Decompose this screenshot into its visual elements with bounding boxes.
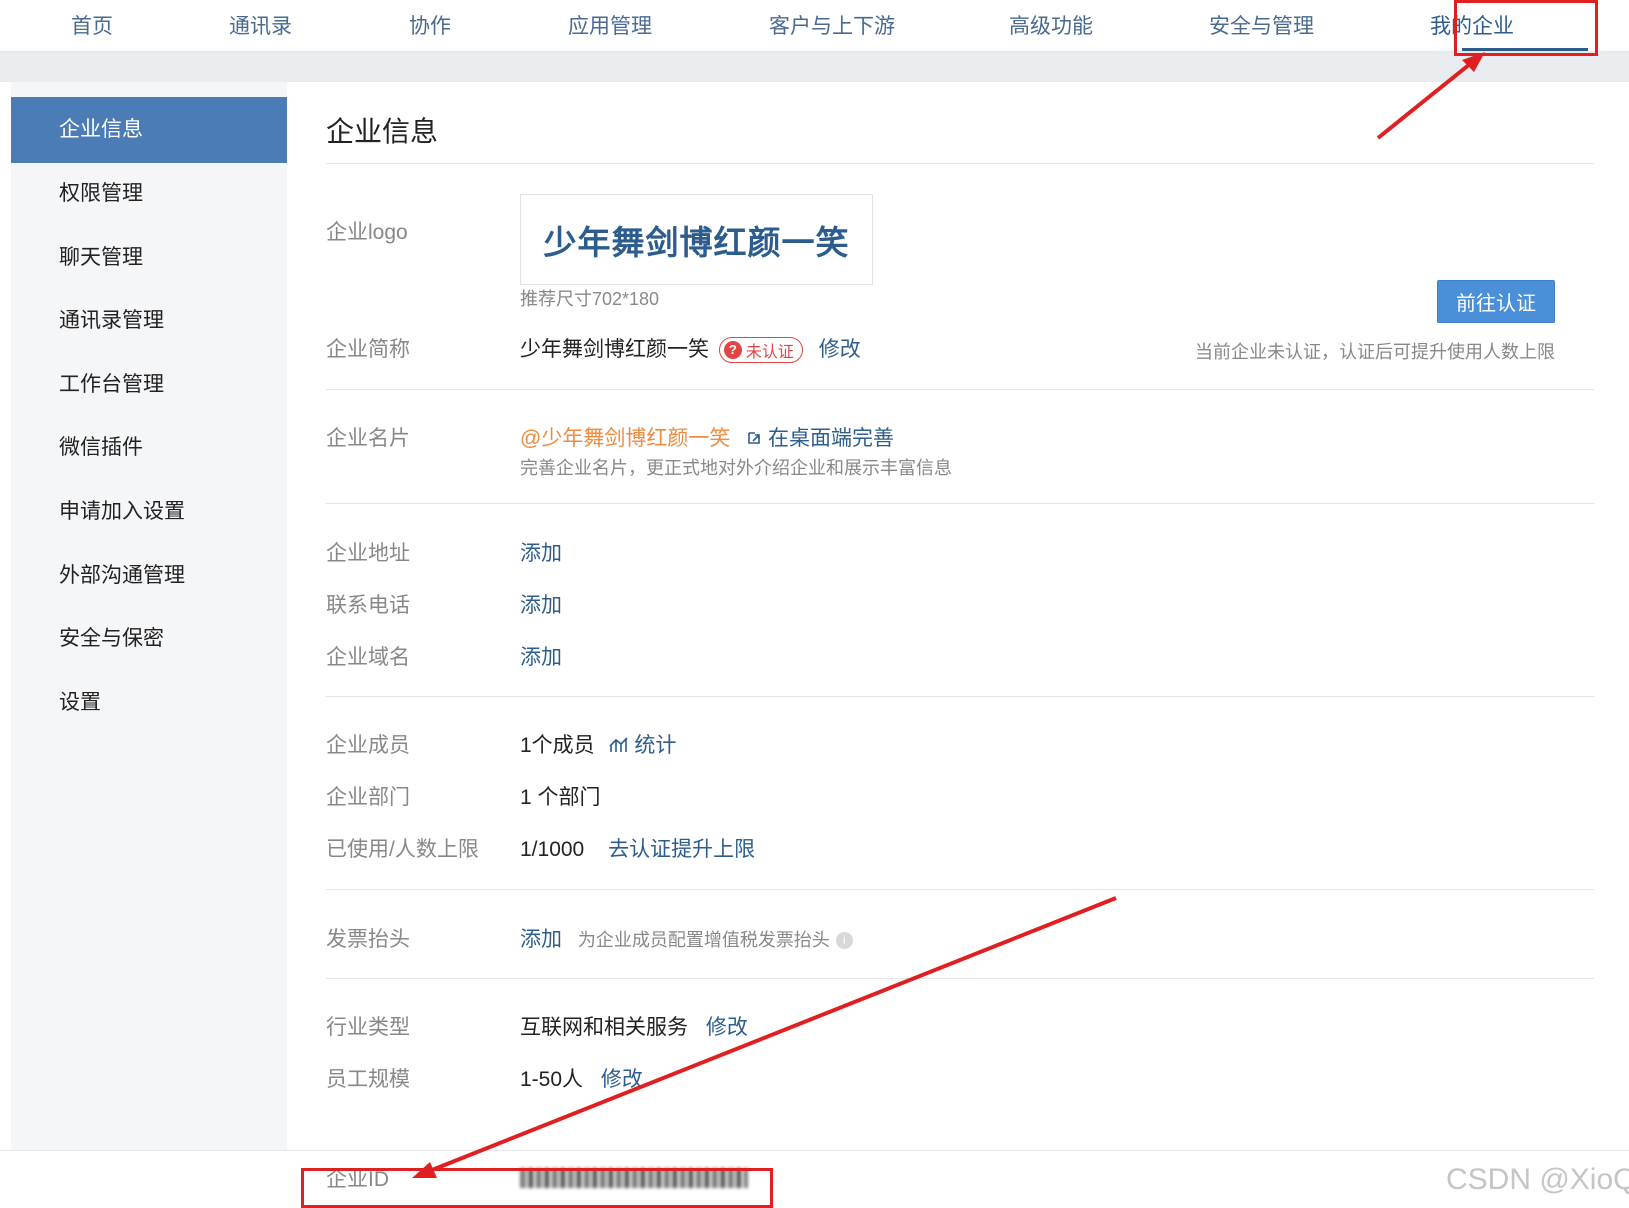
invoice-hint: 为企业成员配置增值税发票抬头 [577, 930, 830, 950]
sidebar-item-chat[interactable]: 聊天管理 [11, 225, 287, 291]
invoice-row: 添加 为企业成员配置增值税发票抬头 i [520, 923, 853, 953]
invoice-label: 发票抬头 [326, 928, 410, 951]
footer-row: 企业ID [0, 1150, 1629, 1208]
tab-app-management[interactable]: 应用管理 [568, 10, 652, 40]
tab-customers[interactable]: 客户与上下游 [769, 10, 895, 40]
members-value: 1个成员 [520, 734, 595, 757]
address-label: 企业地址 [326, 542, 410, 565]
page-title: 企业信息 [326, 116, 439, 147]
header-spacer [0, 52, 1629, 82]
tab-collaboration[interactable]: 协作 [409, 10, 451, 40]
add-address-link[interactable]: 添加 [520, 537, 562, 567]
usage-label: 已使用/人数上限 [326, 838, 479, 861]
divider [326, 978, 1594, 979]
complete-on-desktop-label: 在桌面端完善 [768, 427, 895, 450]
info-icon[interactable]: i [835, 931, 853, 949]
industry-row: 互联网和相关服务 修改 [520, 1011, 748, 1041]
usage-row: 1/1000 去认证提升上限 [520, 833, 755, 863]
usage-value: 1/1000 [520, 838, 585, 861]
sidebar-item-permissions[interactable]: 权限管理 [11, 161, 287, 227]
scale-value: 1-50人 [520, 1068, 584, 1091]
complete-on-desktop-link[interactable]: 在桌面端完善 [746, 427, 894, 450]
external-link-icon [746, 427, 768, 450]
edit-scale-link[interactable]: 修改 [601, 1068, 643, 1091]
industry-label: 行业类型 [326, 1016, 410, 1039]
sidebar-item-wechat-plugin[interactable]: 微信插件 [11, 415, 287, 481]
tab-advanced[interactable]: 高级功能 [1009, 10, 1093, 40]
divider [326, 163, 1594, 164]
stats-label: 统计 [634, 734, 677, 757]
highlight-my-enterprise-box [1454, 0, 1598, 56]
edit-short-name-link[interactable]: 修改 [819, 338, 861, 361]
question-icon: ? [723, 341, 742, 360]
top-navigation: 首页 通讯录 协作 应用管理 客户与上下游 高级功能 安全与管理 我的企业 [0, 0, 1629, 52]
members-label: 企业成员 [326, 734, 410, 757]
sidebar-item-security[interactable]: 安全与保密 [11, 606, 287, 672]
unverified-badge-label: 未认证 [745, 344, 794, 362]
short-name-value: 少年舞剑博红颜一笑 [520, 338, 709, 361]
add-phone-link[interactable]: 添加 [520, 589, 562, 619]
industry-value: 互联网和相关服务 [520, 1016, 688, 1039]
logo-size-hint: 推荐尺寸702*180 [520, 289, 660, 309]
verify-hint: 当前企业未认证，认证后可提升使用人数上限 [1195, 342, 1555, 362]
card-hint: 完善企业名片，更正式地对外介绍企业和展示丰富信息 [520, 458, 952, 478]
tab-contacts[interactable]: 通讯录 [229, 10, 292, 40]
departments-label: 企业部门 [326, 786, 410, 809]
short-name-row: 少年舞剑博红颜一笑 ? 未认证 修改 [520, 333, 861, 364]
upgrade-limit-link[interactable]: 去认证提升上限 [608, 838, 755, 861]
sidebar-item-external[interactable]: 外部沟通管理 [11, 543, 287, 609]
add-domain-link[interactable]: 添加 [520, 641, 562, 671]
main-panel: 企业信息 企业logo 少年舞剑博红颜一笑 推荐尺寸702*180 前往认证 当… [287, 82, 1629, 1150]
phone-label: 联系电话 [326, 594, 410, 617]
logo-text: 少年舞剑博红颜一笑 [543, 223, 850, 261]
divider [326, 503, 1594, 504]
sidebar-item-settings[interactable]: 设置 [11, 670, 287, 736]
members-row: 1个成员 统计 [520, 729, 676, 759]
scale-row: 1-50人 修改 [520, 1063, 643, 1093]
watermark: CSDN @XioQ [1446, 1163, 1629, 1196]
sidebar-item-join-settings[interactable]: 申请加入设置 [11, 479, 287, 545]
stats-link[interactable]: 统计 [608, 734, 677, 757]
tab-security[interactable]: 安全与管理 [1209, 10, 1314, 40]
unverified-badge: ? 未认证 [718, 337, 803, 364]
enterprise-logo[interactable]: 少年舞剑博红颜一笑 [520, 194, 873, 285]
sidebar: 企业信息 权限管理 聊天管理 通讯录管理 工作台管理 微信插件 申请加入设置 外… [11, 82, 287, 1150]
card-label: 企业名片 [326, 427, 410, 450]
stats-chart-icon [608, 734, 635, 757]
sidebar-item-contacts[interactable]: 通讯录管理 [11, 288, 287, 354]
domain-label: 企业域名 [326, 646, 410, 669]
verify-button[interactable]: 前往认证 [1437, 280, 1555, 323]
card-row: @少年舞剑博红颜一笑 在桌面端完善 [520, 422, 894, 452]
divider [326, 889, 1594, 890]
sidebar-item-workbench[interactable]: 工作台管理 [11, 352, 287, 418]
sidebar-item-enterprise-info[interactable]: 企业信息 [11, 97, 287, 163]
tab-home[interactable]: 首页 [71, 10, 113, 40]
edit-industry-link[interactable]: 修改 [706, 1016, 748, 1039]
divider [326, 696, 1594, 697]
departments-value: 1 个部门 [520, 786, 601, 809]
logo-label: 企业logo [326, 221, 408, 244]
highlight-corp-id-box [301, 1168, 773, 1208]
short-name-label: 企业简称 [326, 338, 410, 361]
card-value[interactable]: @少年舞剑博红颜一笑 [520, 427, 730, 450]
add-invoice-link[interactable]: 添加 [520, 928, 562, 951]
divider [326, 389, 1594, 390]
scale-label: 员工规模 [326, 1068, 410, 1091]
